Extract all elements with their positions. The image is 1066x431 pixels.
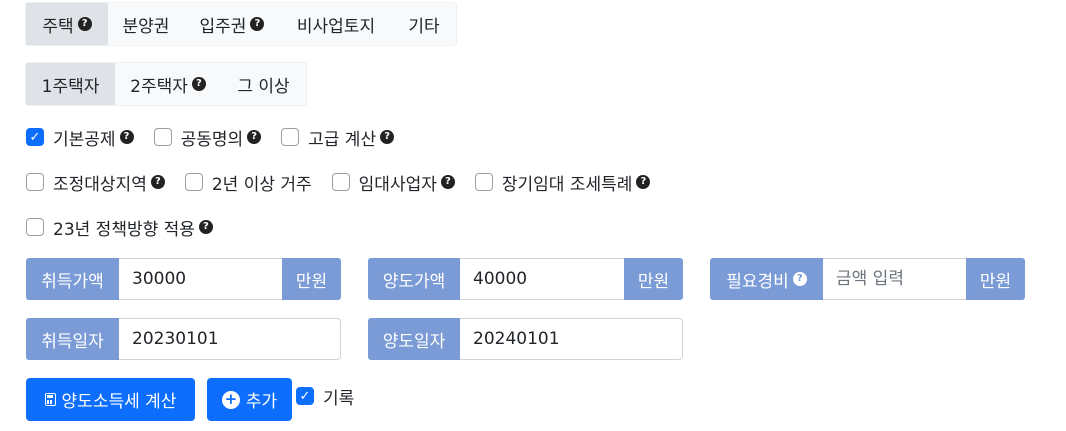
options-row-1: ✓ 기본공제 ? 공동명의 ? 고급 계산 ? xyxy=(26,125,414,150)
tab-presale-right-label: 분양권 xyxy=(122,16,170,37)
joint-ownership-option[interactable]: 공동명의 ? xyxy=(153,125,262,150)
basic-deduction-checkbox[interactable]: ✓ xyxy=(26,128,44,146)
regulated-area-label: 조정대상지역 xyxy=(53,174,147,195)
calculate-tax-label: 양도소득세 계산 xyxy=(61,392,177,412)
question-icon[interactable]: ? xyxy=(636,175,651,189)
question-icon[interactable]: ? xyxy=(792,272,807,286)
policy-2023-checkbox[interactable] xyxy=(26,218,44,236)
transfer-price-label: 양도가액 xyxy=(368,258,460,300)
advanced-calc-checkbox[interactable] xyxy=(281,128,300,146)
tab-one-house-label: 1주택자 xyxy=(41,76,100,97)
rental-business-option[interactable]: 임대사업자 ? xyxy=(331,170,455,195)
question-icon[interactable]: ? xyxy=(150,175,165,189)
options-row-3: 23년 정책방향 적용 ? xyxy=(26,215,233,240)
calculate-tax-button[interactable]: 양도소득세 계산 xyxy=(26,378,195,421)
acquisition-date-group: 취득일자 xyxy=(26,318,341,360)
property-type-tabs: 주택 ? 분양권 입주권 ? 비사업토지 기타 xyxy=(26,3,456,45)
tab-two-houses[interactable]: 2주택자 ? xyxy=(115,63,221,105)
tab-more-houses-label: 그 이상 xyxy=(237,76,290,97)
tab-occupancy-right-label: 입주권 xyxy=(199,16,247,37)
necessary-expense-input[interactable] xyxy=(823,258,966,300)
tab-house[interactable]: 주택 ? xyxy=(26,3,108,45)
record-checkbox[interactable]: ✓ xyxy=(296,387,314,405)
tab-two-houses-label: 2주택자 xyxy=(130,76,188,97)
plus-circle-icon: + xyxy=(221,390,240,409)
residence-2y-option[interactable]: 2년 이상 거주 xyxy=(184,170,312,195)
acquisition-price-label: 취득가액 xyxy=(26,258,119,300)
acquisition-price-unit: 만원 xyxy=(282,258,341,300)
joint-ownership-checkbox[interactable] xyxy=(153,128,172,146)
check-icon: ✓ xyxy=(29,129,41,145)
calculator-icon xyxy=(44,393,56,406)
tab-presale-right[interactable]: 분양권 xyxy=(108,3,184,45)
house-count-tabs: 1주택자 2주택자 ? 그 이상 xyxy=(26,63,306,105)
question-icon[interactable]: ? xyxy=(198,220,213,234)
joint-ownership-label: 공동명의 xyxy=(180,129,244,150)
question-icon[interactable]: ? xyxy=(380,130,395,144)
rental-business-checkbox[interactable] xyxy=(331,173,350,191)
tab-other-label: 기타 xyxy=(408,16,440,37)
policy-2023-option[interactable]: 23년 정책방향 적용 ? xyxy=(26,215,213,240)
long-term-rental-option[interactable]: 장기임대 조세특례 ? xyxy=(474,170,651,195)
basic-deduction-option[interactable]: ✓ 기본공제 ? xyxy=(26,125,134,150)
tab-other[interactable]: 기타 xyxy=(392,3,456,45)
basic-deduction-label: 기본공제 xyxy=(53,129,116,150)
transfer-price-input[interactable] xyxy=(460,258,624,300)
acquisition-price-group: 취득가액 만원 xyxy=(26,258,341,300)
add-label: 추가 xyxy=(245,392,278,412)
record-label: 기록 xyxy=(323,388,355,409)
acquisition-date-label: 취득일자 xyxy=(26,318,119,360)
check-icon: ✓ xyxy=(299,388,311,404)
regulated-area-checkbox[interactable] xyxy=(26,173,44,191)
acquisition-price-input[interactable] xyxy=(119,258,282,300)
transfer-date-input[interactable] xyxy=(460,318,683,360)
question-icon[interactable]: ? xyxy=(119,130,134,144)
acquisition-date-input[interactable] xyxy=(119,318,341,360)
record-option[interactable]: ✓ 기록 xyxy=(296,384,355,409)
options-row-2: 조정대상지역 ? 2년 이상 거주 임대사업자 ? 장기임대 조세특례 ? xyxy=(26,170,670,195)
long-term-rental-checkbox[interactable] xyxy=(474,173,493,191)
long-term-rental-label: 장기임대 조세특례 xyxy=(501,174,633,195)
transfer-date-group: 양도일자 xyxy=(368,318,683,360)
tab-occupancy-right[interactable]: 입주권 ? xyxy=(184,3,280,45)
rental-business-label: 임대사업자 xyxy=(358,174,437,195)
question-icon[interactable]: ? xyxy=(247,130,262,144)
necessary-expense-unit: 만원 xyxy=(966,258,1025,300)
necessary-expense-label: 필요경비 ? xyxy=(710,258,823,300)
residence-2y-label: 2년 이상 거주 xyxy=(211,174,312,195)
tab-non-business-land[interactable]: 비사업토지 xyxy=(280,3,392,45)
tab-more-houses[interactable]: 그 이상 xyxy=(221,63,306,105)
regulated-area-option[interactable]: 조정대상지역 ? xyxy=(26,170,165,195)
necessary-expense-label-text: 필요경비 xyxy=(726,271,789,292)
question-icon[interactable]: ? xyxy=(250,17,265,31)
transfer-price-group: 양도가액 만원 xyxy=(368,258,683,300)
transfer-date-label: 양도일자 xyxy=(368,318,460,360)
tab-non-business-land-label: 비사업토지 xyxy=(296,16,376,37)
tab-one-house[interactable]: 1주택자 xyxy=(26,63,115,105)
necessary-expense-group: 필요경비 ? 만원 xyxy=(710,258,1025,300)
add-button[interactable]: + 추가 xyxy=(207,378,292,421)
question-icon[interactable]: ? xyxy=(440,175,455,189)
question-icon[interactable]: ? xyxy=(77,17,92,31)
tab-house-label: 주택 xyxy=(42,16,74,37)
advanced-calc-option[interactable]: 고급 계산 ? xyxy=(281,125,395,150)
residence-2y-checkbox[interactable] xyxy=(184,173,203,191)
transfer-price-unit: 만원 xyxy=(624,258,683,300)
question-icon[interactable]: ? xyxy=(191,77,206,91)
policy-2023-label: 23년 정책방향 적용 xyxy=(53,219,195,240)
advanced-calc-label: 고급 계산 xyxy=(308,129,377,150)
